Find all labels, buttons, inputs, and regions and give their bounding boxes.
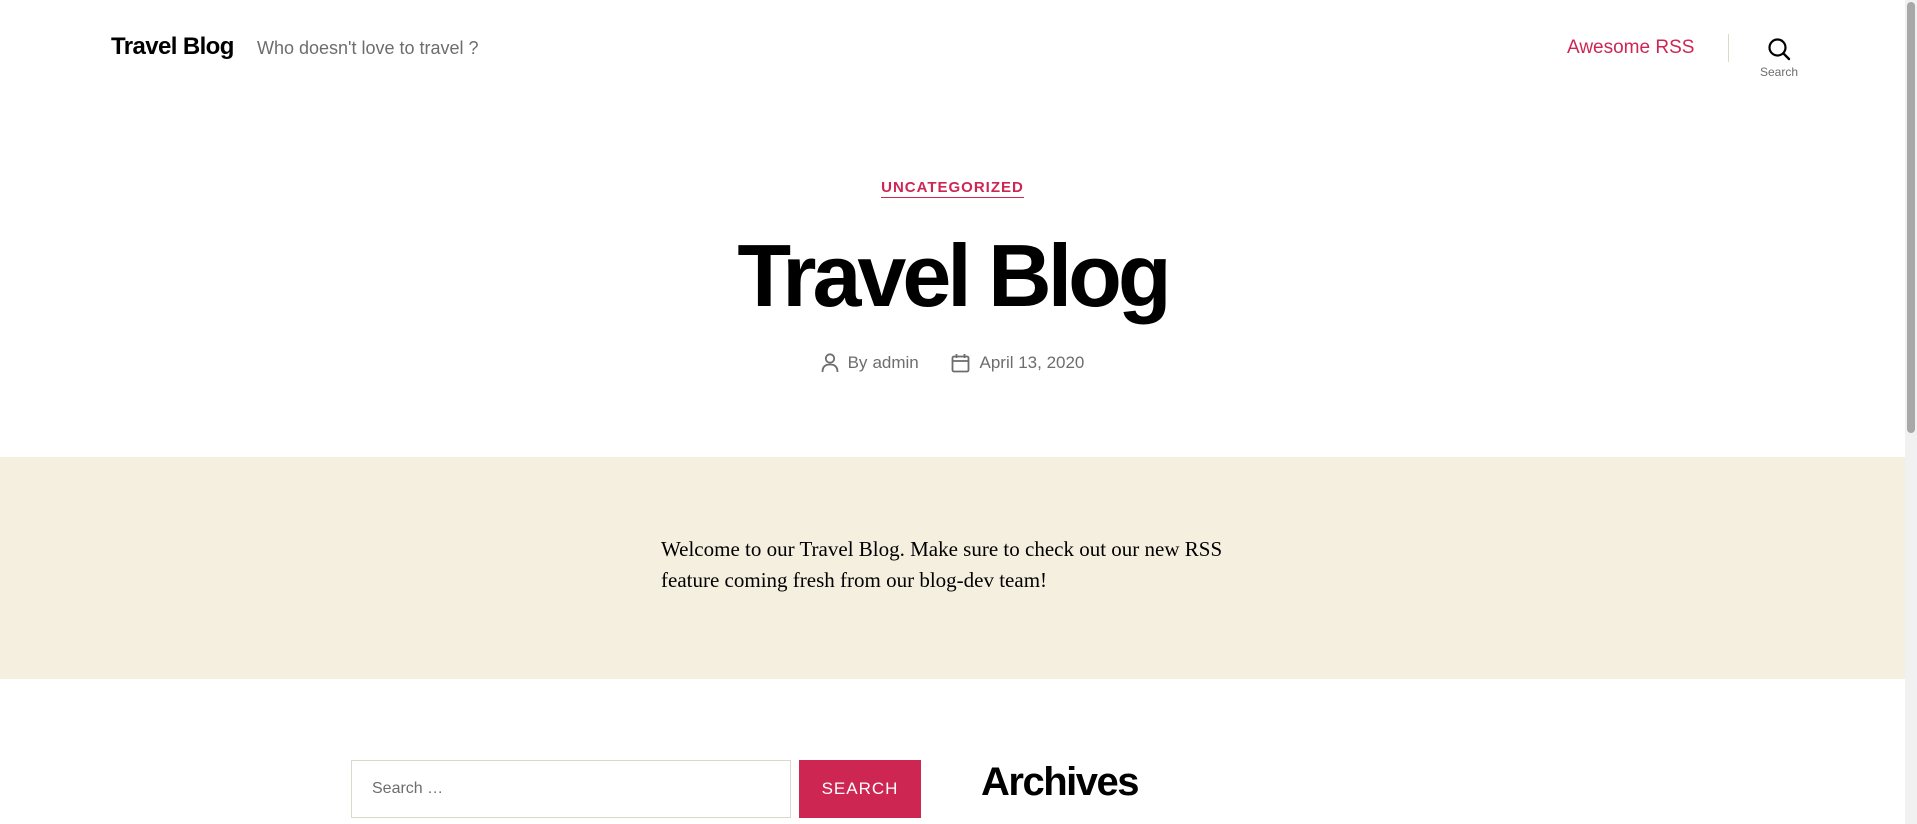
site-description: Who doesn't love to travel ? [257,38,479,58]
category-list: UNCATEGORIZED [0,179,1905,198]
post-author: By admin [821,353,919,373]
post-title: Travel Blog [737,226,1171,325]
nav-link-awesome-rss[interactable]: Awesome RSS [1567,37,1694,59]
post-meta: By admin April 13, 2020 [0,353,1905,378]
scrollbar-thumb[interactable] [1907,2,1915,433]
search-input[interactable] [351,760,791,818]
post-content-text: Welcome to our Travel Blog. Make sure to… [661,537,1223,592]
footer-widgets: SEARCH Archives [0,679,1905,824]
search-toggle-button[interactable]: Search [1752,30,1806,86]
post-content: Welcome to our Travel Blog. Make sure to… [0,457,1905,679]
search-icon [1768,38,1791,61]
search-toggle-label: Search [1759,65,1799,79]
scrollbar[interactable] [1905,0,1917,824]
category-link-uncategorized[interactable]: UNCATEGORIZED [881,179,1024,198]
search-submit-button[interactable]: SEARCH [799,760,921,818]
entry-header: UNCATEGORIZED Travel Blog By admin April… [0,100,1905,457]
site-title-link[interactable]: Travel Blog [111,33,234,61]
calendar-icon [952,354,970,373]
archives-widget-title: Archives [981,760,1139,804]
page: Travel Blog Who doesn't love to travel ?… [0,0,1905,824]
post-date-link[interactable]: April 13, 2020 [979,353,1084,373]
site-header: Travel Blog Who doesn't love to travel ?… [0,0,1905,100]
author-prefix: By [847,353,868,372]
nav-divider [1728,34,1729,62]
user-icon [821,353,838,373]
author-link[interactable]: admin [872,353,918,373]
post-date: April 13, 2020 [951,353,1084,373]
